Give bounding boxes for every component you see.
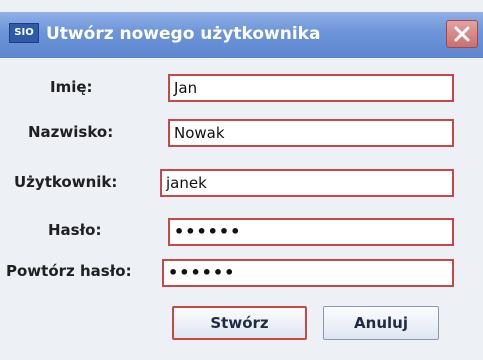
last-name-label: Nazwisko: [28,123,114,141]
window-title: Utwórz nowego użytkownika [46,24,321,44]
password-label: Hasło: [48,221,102,239]
form-panel: Imię: Jan Nazwisko: Nowak Użytkownik: ja… [0,58,483,360]
app-icon: SIO [9,23,39,43]
last-name-field[interactable]: Nowak [168,119,454,147]
first-name-label: Imię: [50,78,93,96]
first-name-field[interactable]: Jan [168,74,454,102]
password-confirm-label: Powtórz hasło: [6,262,132,280]
close-button[interactable] [446,20,478,48]
password-confirm-field[interactable]: •••••• [162,259,454,287]
cancel-button[interactable]: Anuluj [323,306,439,340]
username-field[interactable]: janek [160,169,454,197]
close-icon [454,26,470,42]
dialog-window: SIO Utwórz nowego użytkownika Imię: Jan … [0,0,483,360]
password-field[interactable]: •••••• [168,218,454,246]
username-label: Użytkownik: [14,173,118,191]
create-button[interactable]: Stwórz [172,306,307,340]
